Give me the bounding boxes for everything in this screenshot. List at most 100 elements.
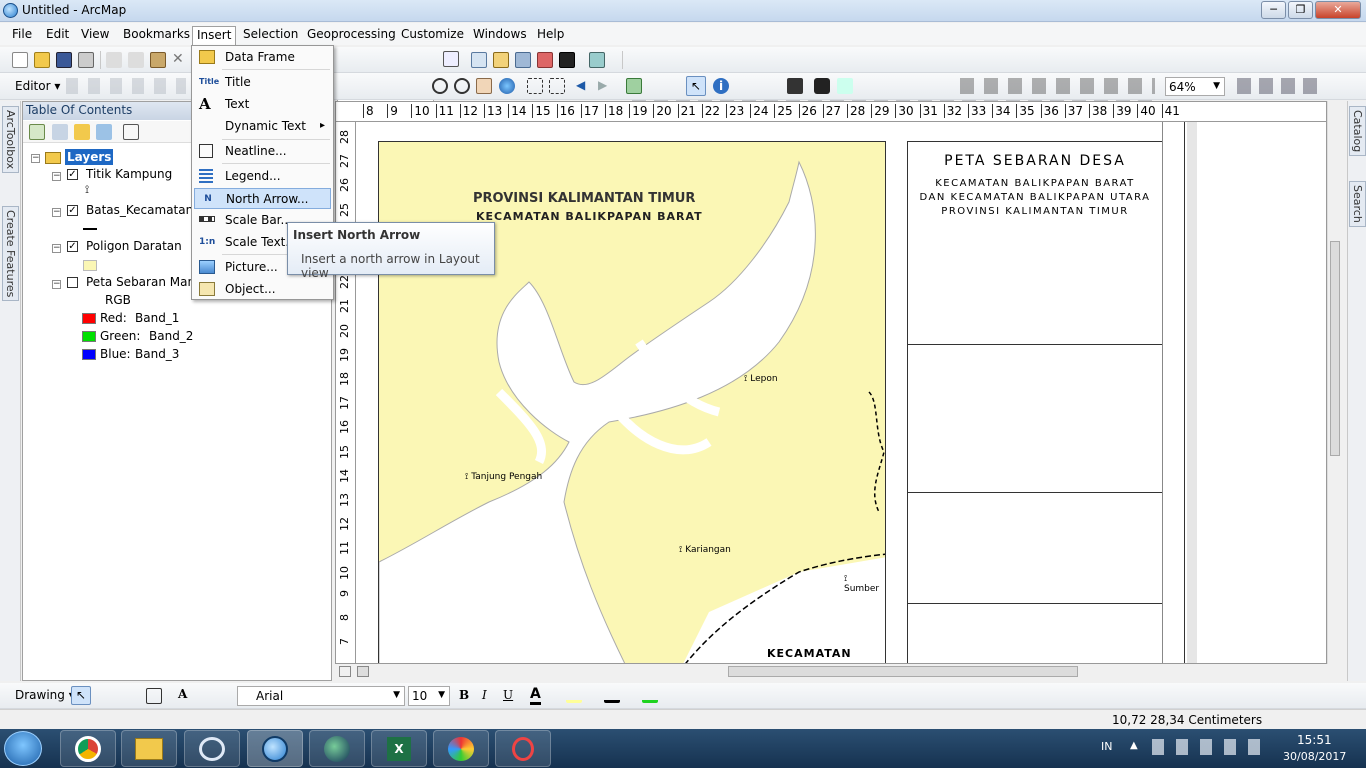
toc-layer-name[interactable]: Titik Kampung <box>86 166 172 182</box>
menu-selection[interactable]: Selection <box>239 26 302 44</box>
layout-view[interactable]: 8 9 10 11 12 13 14 15 16 17 18 19 20 21 22 23 24 25 26 27 28… <box>335 101 1327 664</box>
snipping-tool-taskbar-button[interactable] <box>495 730 551 767</box>
text-tool-icon[interactable]: A <box>178 687 194 703</box>
collapse-layer-icon[interactable]: − <box>52 208 61 217</box>
menu-item-neatline[interactable]: Neatline... <box>194 141 331 162</box>
fixed-zoom-out-icon[interactable] <box>549 78 565 94</box>
horizontal-scrollbar[interactable] <box>335 664 1327 679</box>
identify-icon[interactable]: i <box>713 78 729 94</box>
layout-view-tools[interactable] <box>1237 78 1325 94</box>
underline-button[interactable]: U <box>503 688 513 702</box>
menu-item-data-frame[interactable]: Data Frame <box>194 47 331 68</box>
menu-view[interactable]: View <box>77 26 113 44</box>
vertical-scroll-thumb[interactable] <box>1330 241 1340 456</box>
layer-visibility-checkbox[interactable]: ✓ <box>67 241 78 252</box>
maximize-button[interactable]: ❐ <box>1288 1 1313 19</box>
select-features-icon[interactable] <box>626 78 642 94</box>
collapse-layers-icon[interactable]: − <box>31 154 40 163</box>
catalog-tab[interactable]: Catalog <box>1349 106 1366 157</box>
menu-item-north-arrow[interactable]: N North Arrow... <box>194 188 331 209</box>
clock-date[interactable]: 30/08/2017 <box>1283 750 1346 763</box>
list-by-drawing-order-icon[interactable] <box>29 124 45 140</box>
list-by-selection-icon[interactable] <box>96 124 112 140</box>
search-tab[interactable]: Search <box>1349 181 1366 227</box>
cut-icon[interactable] <box>106 52 122 68</box>
line-color-icon[interactable] <box>604 687 620 703</box>
language-indicator[interactable]: IN <box>1101 740 1112 753</box>
layout-view-icon[interactable] <box>357 666 369 677</box>
delete-icon[interactable]: ✕ <box>172 52 188 68</box>
measure-icon[interactable] <box>787 78 803 94</box>
explorer-taskbar-button[interactable] <box>121 730 177 767</box>
go-to-xy-icon[interactable] <box>837 78 853 94</box>
zoom-percent-combo[interactable]: 64% ▼ <box>1165 77 1225 96</box>
arccatalog-taskbar-button[interactable] <box>184 730 240 767</box>
menu-item-legend[interactable]: Legend... <box>194 166 331 187</box>
menu-windows[interactable]: Windows <box>469 26 531 44</box>
font-size-select[interactable]: 10 ▼ <box>408 686 450 706</box>
start-button[interactable] <box>4 731 42 766</box>
python-window-icon[interactable] <box>559 52 575 68</box>
editor-toolbar-icon[interactable] <box>443 51 459 67</box>
fill-color-icon[interactable] <box>566 687 582 703</box>
bold-button[interactable]: B <box>459 688 469 702</box>
close-button[interactable]: ✕ <box>1315 1 1361 19</box>
layer-visibility-checkbox[interactable]: ✓ <box>67 205 78 216</box>
full-extent-icon[interactable] <box>499 78 515 94</box>
editor-menu[interactable]: Editor ▾ <box>15 79 60 93</box>
vertical-scrollbar[interactable] <box>1327 101 1342 664</box>
collapse-layer-icon[interactable]: − <box>52 172 61 181</box>
toc-layer-name[interactable]: Peta Sebaran Mangr <box>86 274 208 290</box>
toc-layer-name[interactable]: Batas_Kecamatan <box>86 202 193 218</box>
font-color-button[interactable]: A <box>530 686 541 705</box>
drawing-menu[interactable]: Drawing ▾ <box>15 688 75 702</box>
toc-layer-name[interactable]: Poligon Daratan <box>86 238 182 254</box>
arcglobe-taskbar-button[interactable] <box>309 730 365 767</box>
print-icon[interactable] <box>78 52 94 68</box>
zoom-in-icon[interactable] <box>432 78 448 94</box>
horizontal-scroll-thumb[interactable] <box>728 666 1078 677</box>
menu-item-text[interactable]: A Text <box>194 94 331 115</box>
list-by-source-icon[interactable] <box>52 124 68 140</box>
arcmap-taskbar-button[interactable] <box>247 730 303 767</box>
layout-zoom-tools[interactable] <box>960 78 1155 94</box>
menu-edit[interactable]: Edit <box>42 26 73 44</box>
layer-visibility-checkbox[interactable]: ✓ <box>67 169 78 180</box>
excel-taskbar-button[interactable]: X <box>371 730 427 767</box>
fixed-zoom-in-icon[interactable] <box>527 78 543 94</box>
layer-visibility-checkbox[interactable] <box>67 277 78 288</box>
map-info-panel[interactable]: PETA SEBARAN DESA KECAMATAN BALIKPAPAN B… <box>907 141 1163 663</box>
rectangle-tool-icon[interactable] <box>146 688 162 704</box>
model-builder-icon[interactable] <box>589 52 605 68</box>
paste-icon[interactable] <box>150 52 166 68</box>
menu-item-title[interactable]: Title Title <box>194 72 331 93</box>
clock-time[interactable]: 15:51 <box>1297 733 1332 747</box>
select-arrow-icon[interactable]: ↖ <box>71 686 91 705</box>
font-family-select[interactable]: Arial ▼ <box>237 686 405 706</box>
create-features-tab[interactable]: Create Features <box>2 206 19 302</box>
chrome-taskbar-button[interactable] <box>60 730 116 767</box>
copy-icon[interactable] <box>128 52 144 68</box>
show-hidden-icons-icon[interactable]: ▲ <box>1130 740 1138 751</box>
paint-taskbar-button[interactable] <box>433 730 489 767</box>
menu-geoprocessing[interactable]: Geoprocessing <box>303 26 400 44</box>
catalog-icon[interactable] <box>493 52 509 68</box>
select-elements-icon[interactable]: ↖ <box>686 76 706 96</box>
menu-bookmarks[interactable]: Bookmarks <box>119 26 194 44</box>
menu-insert[interactable]: Insert <box>192 26 237 46</box>
save-icon[interactable] <box>56 52 72 68</box>
minimize-button[interactable]: ─ <box>1261 1 1286 19</box>
italic-button[interactable]: I <box>482 688 487 702</box>
new-document-icon[interactable] <box>12 52 28 68</box>
map-data-frame[interactable]: PROVINSI KALIMANTAN TIMUR KECAMATAN BALI… <box>378 141 886 663</box>
back-arrow-icon[interactable]: ◀ <box>576 78 592 94</box>
search-window-icon[interactable] <box>515 52 531 68</box>
toolbox-icon[interactable] <box>537 52 553 68</box>
marker-color-icon[interactable] <box>642 687 658 703</box>
collapse-layer-icon[interactable]: − <box>52 244 61 253</box>
menu-file[interactable]: File <box>8 26 36 44</box>
forward-arrow-icon[interactable]: ▶ <box>598 78 614 94</box>
toc-root-layers[interactable]: Layers <box>65 149 114 165</box>
menu-help[interactable]: Help <box>533 26 568 44</box>
open-folder-icon[interactable] <box>34 52 50 68</box>
